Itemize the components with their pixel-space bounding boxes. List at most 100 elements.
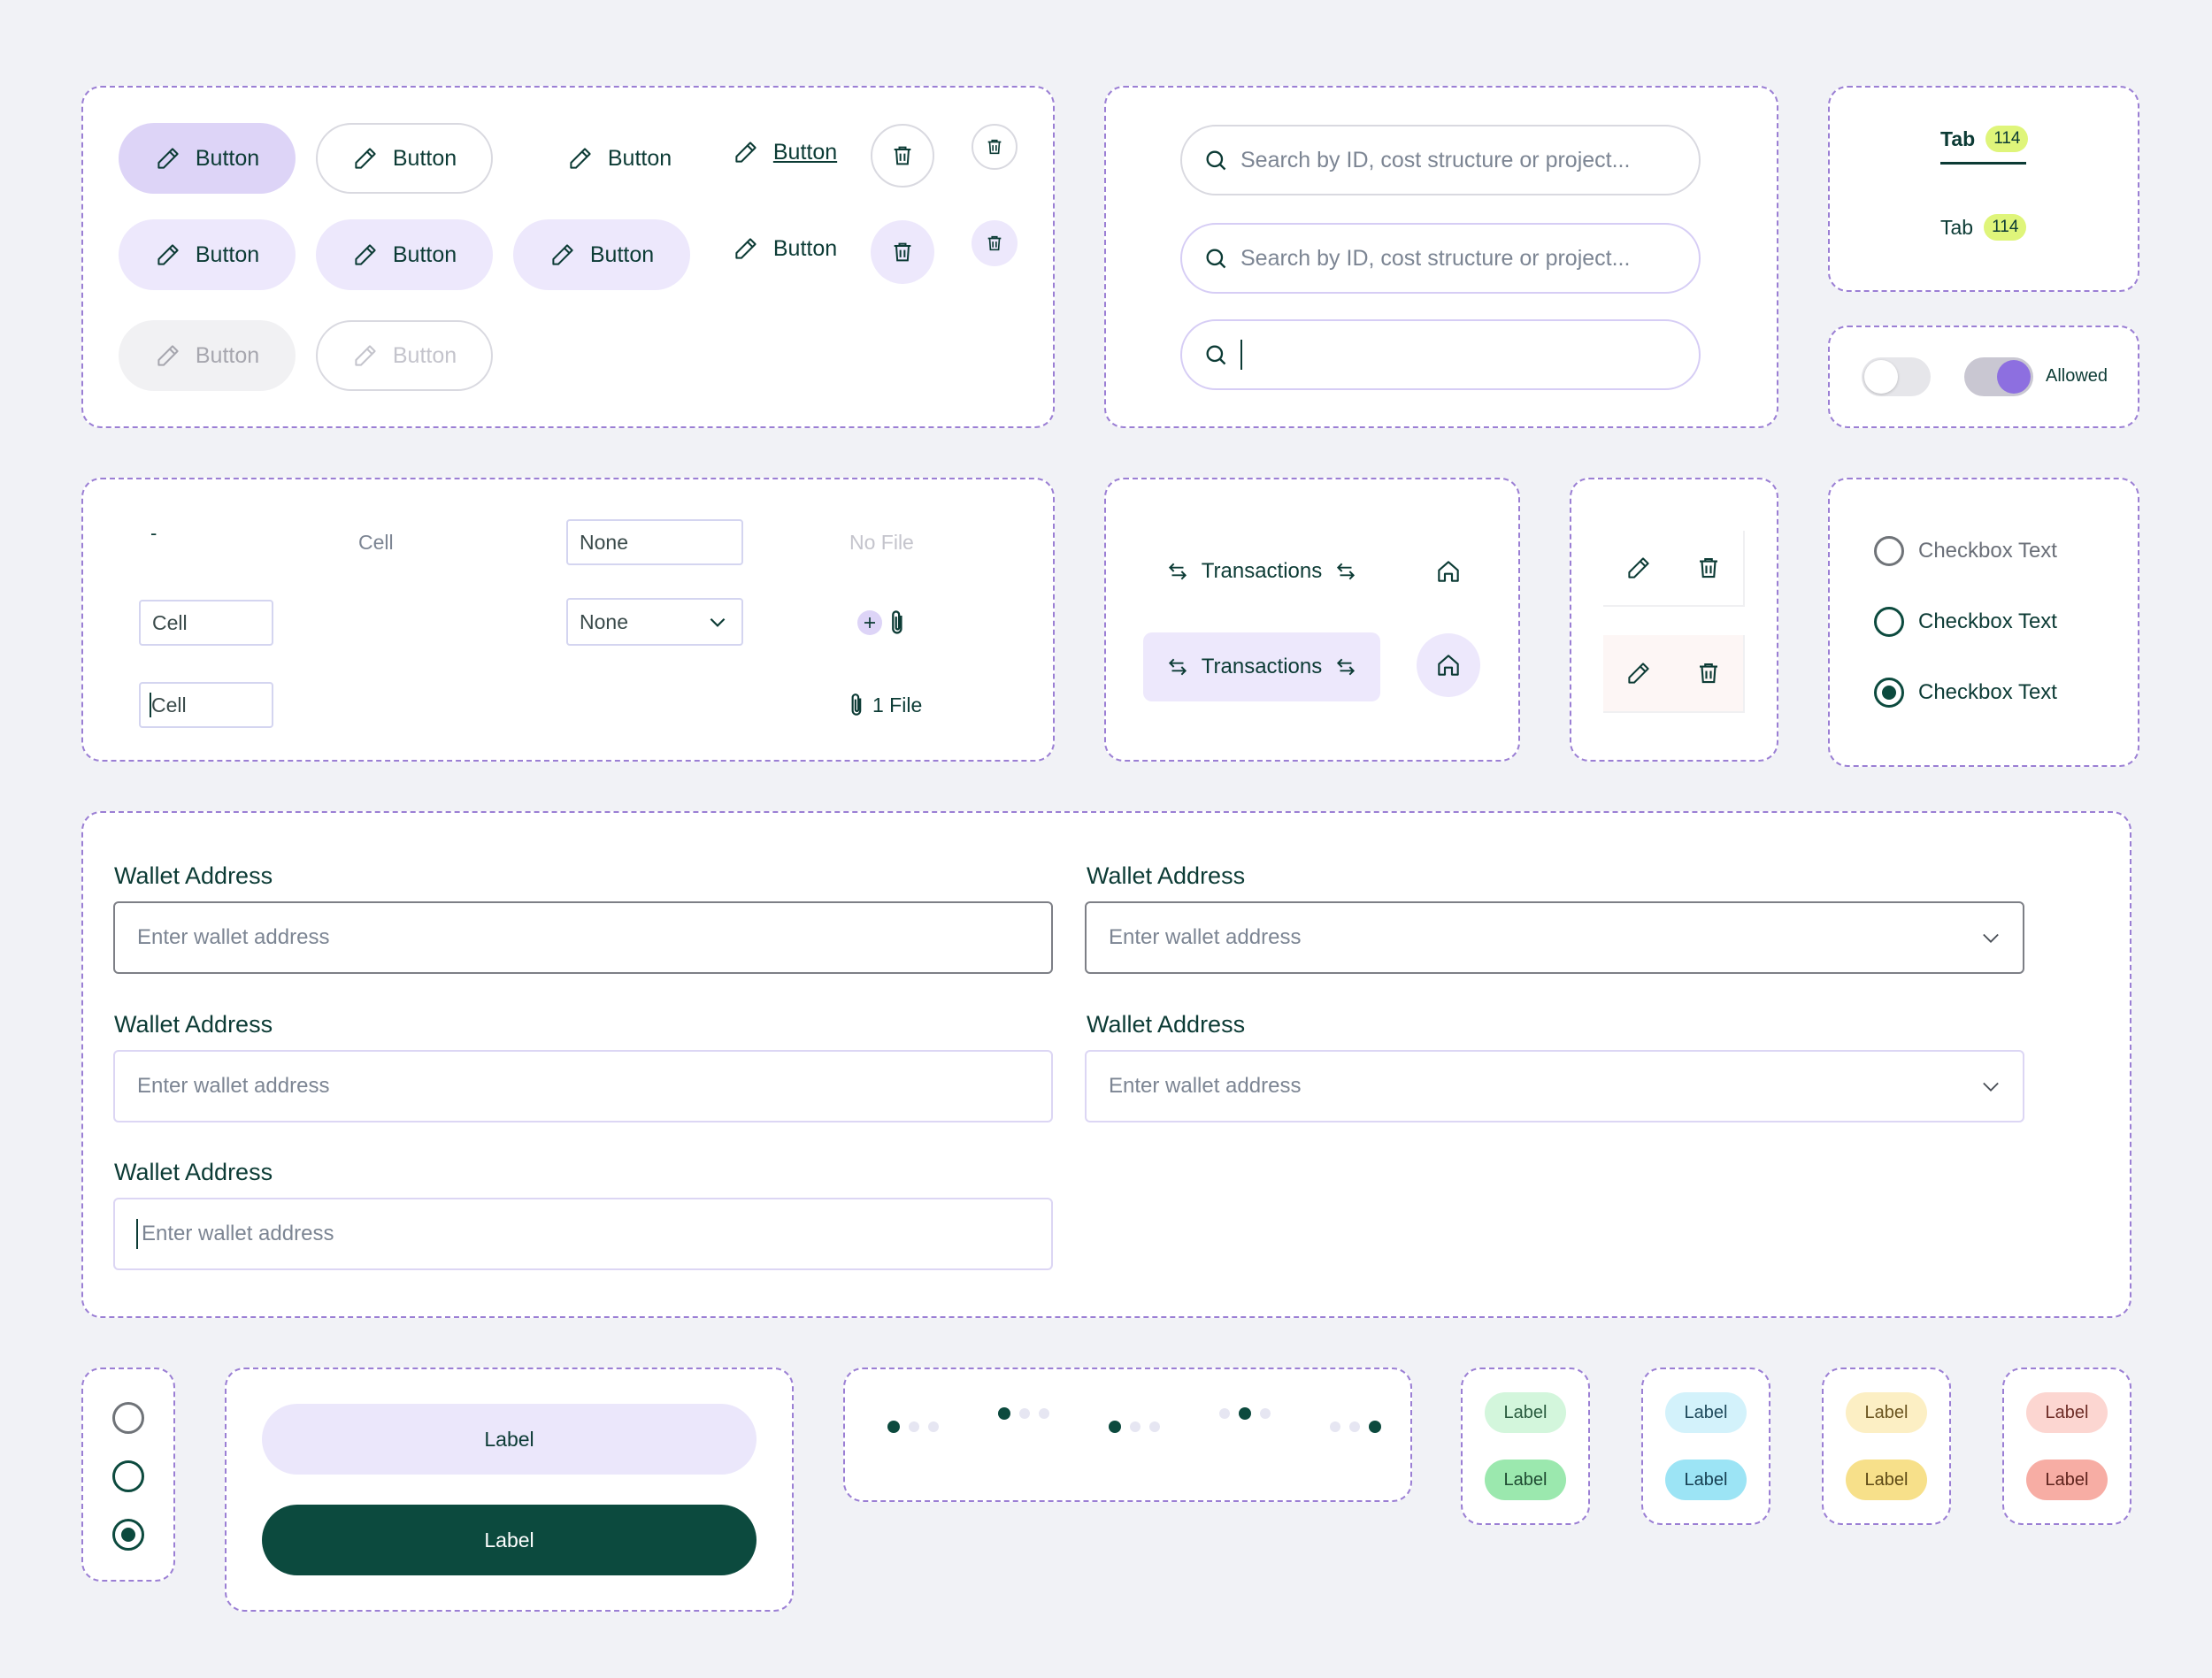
search-input[interactable]: Search by ID, cost structure or project.… [1180,125,1701,195]
cell-input-focused[interactable]: Cell [139,682,273,728]
tab-active[interactable]: Tab 114 [1940,126,2029,152]
none-select[interactable]: None [566,519,743,565]
primary-large-button[interactable]: Label [262,1505,757,1575]
file-count: 1 File [872,693,923,716]
text-button[interactable]: Button [531,123,708,194]
pencil-icon[interactable] [1625,660,1652,686]
pagination-dot[interactable] [909,1421,919,1432]
pagination-dot-group[interactable] [1330,1421,1381,1433]
cell-input[interactable]: Cell [139,600,273,646]
pencil-icon [570,148,591,169]
toggle-knob [1997,360,2031,394]
delete-icon-button-small[interactable] [972,124,1018,170]
soft-button[interactable]: Button [119,219,296,290]
link-button[interactable]: Button [714,117,856,188]
toggle-on[interactable] [1964,357,2033,396]
delete-icon-button-small[interactable] [972,220,1018,266]
radio-option[interactable]: Checkbox Text [1874,607,2057,637]
home-button[interactable] [1417,540,1480,603]
radio-checked[interactable] [112,1519,144,1551]
pagination-dot-active[interactable] [1239,1407,1251,1420]
pagination-dot[interactable] [1349,1421,1360,1432]
select-value: None [580,530,628,554]
primary-button[interactable]: Button [119,123,296,194]
radio-disabled[interactable] [112,1402,144,1434]
wallet-address-input-focused[interactable]: Enter wallet address [113,1198,1053,1270]
search-icon [1206,345,1226,365]
search-input-hover[interactable]: Search by ID, cost structure or project.… [1180,223,1701,294]
cell-input-value: Cell [152,610,188,634]
pagination-dot-group[interactable] [1219,1407,1271,1420]
radio-option-checked[interactable]: Checkbox Text [1874,678,2057,708]
pagination-dot-group[interactable] [887,1421,939,1433]
button-label: Button [195,145,260,171]
swap-arrows-icon [1168,563,1187,580]
soft-large-button[interactable]: Label [262,1404,757,1475]
home-icon [1438,561,1459,582]
outline-button[interactable]: Button [316,123,493,194]
trash-icon [894,146,911,165]
pagination-dot-group[interactable] [1109,1421,1160,1433]
radio-circle [1874,536,1904,566]
toggle-off[interactable] [1862,357,1931,396]
trash-icon[interactable] [1695,660,1722,686]
pagination-dot[interactable] [1149,1421,1160,1432]
empty-cell-dash: - [150,522,157,544]
pagination-dot-active[interactable] [998,1407,1010,1420]
search-placeholder: Search by ID, cost structure or project.… [1240,245,1631,271]
pagination-dot[interactable] [928,1421,939,1432]
none-dropdown[interactable]: None [566,598,743,646]
text-button[interactable]: Button [714,213,856,284]
radio-option[interactable]: Checkbox Text [1874,536,2057,566]
pagination-dot[interactable] [1219,1408,1230,1419]
tab-inactive[interactable]: Tab 114 [1940,214,2027,241]
home-button-active[interactable] [1417,633,1480,697]
disabled-button: Button [119,320,296,391]
nav-item-transactions[interactable]: Transactions [1143,543,1380,600]
pagination-dot[interactable] [1260,1408,1271,1419]
wallet-address-select-light[interactable]: Enter wallet address [1085,1050,2024,1122]
home-icon [1438,655,1459,676]
pagination-dot-active[interactable] [887,1421,900,1433]
pencil-icon[interactable] [1625,555,1652,581]
pagination-dot-active[interactable] [1369,1421,1381,1433]
pagination-dot[interactable] [1130,1421,1141,1432]
pagination-dot-group[interactable] [998,1407,1049,1420]
button-label: Label [484,1427,534,1451]
swap-arrows-icon [1337,563,1356,580]
trash-icon [894,242,911,262]
chevron-down-icon [710,617,726,627]
label-chip-yellow: Label [1846,1460,1927,1500]
pencil-icon [355,148,376,169]
nav-item-transactions-active[interactable]: Transactions [1143,632,1380,701]
toggle-knob [1864,360,1898,394]
search-input-focused[interactable] [1180,319,1701,390]
pagination-dot[interactable] [1330,1421,1340,1432]
pagination-dot[interactable] [1019,1408,1030,1419]
pencil-icon [157,345,179,366]
add-file-button[interactable] [857,610,882,635]
radio-unchecked[interactable] [112,1460,144,1492]
file-attachment[interactable]: 1 File [848,692,922,718]
soft-button[interactable]: Button [513,219,690,290]
button-label: Button [195,342,260,368]
pagination-dot-active[interactable] [1109,1421,1121,1433]
wallet-address-input[interactable]: Enter wallet address [113,901,1053,974]
delete-icon-button[interactable] [871,220,934,284]
trash-icon [987,235,1002,251]
chips-panel-blue [1641,1368,1770,1525]
delete-icon-button[interactable] [871,124,934,188]
paperclip-icon[interactable] [887,609,910,637]
pencil-icon [735,238,757,259]
soft-button[interactable]: Button [316,219,493,290]
plus-icon [864,617,875,628]
row-actions-panel [1570,478,1778,762]
row-actions-hover [1603,635,1745,713]
trash-icon[interactable] [1695,555,1722,581]
pagination-dot[interactable] [1039,1408,1049,1419]
wallet-address-select[interactable]: Enter wallet address [1085,901,2024,974]
pencil-icon [552,244,573,265]
wallet-address-input-light[interactable]: Enter wallet address [113,1050,1053,1122]
swap-arrows-icon [1337,658,1356,676]
checkbox-label: Checkbox Text [1918,539,2057,563]
